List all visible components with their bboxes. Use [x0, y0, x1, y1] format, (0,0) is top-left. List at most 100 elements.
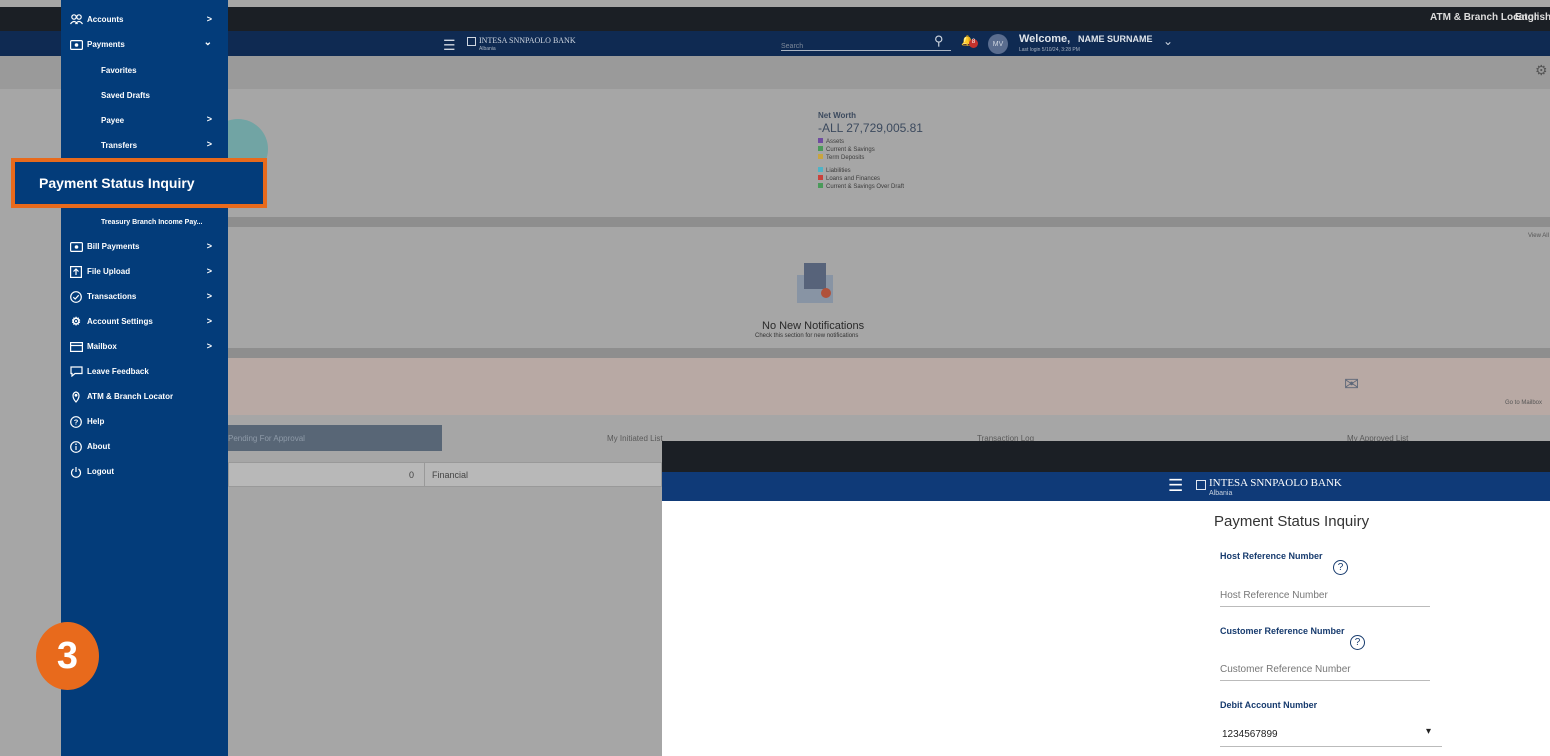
sidebar-item-label: Account Settings: [87, 317, 153, 326]
net-worth-value: -ALL 27,729,005.81: [818, 121, 923, 135]
user-name[interactable]: NAME SURNAME: [1078, 34, 1153, 44]
sidebar-item-payment-status-inquiry[interactable]: Payment Status Inquiry: [11, 158, 267, 208]
sidebar-item-label: Leave Feedback: [87, 367, 149, 376]
cash-icon: [69, 39, 83, 51]
payment-status-inquiry-screen: ☰ INTESA SNNPAOLO BANK Albania Payment S…: [662, 441, 1550, 756]
chevron-right-icon: >: [206, 341, 212, 351]
debit-account-value: 1234567899: [1222, 729, 1278, 740]
help-icon: ?: [69, 415, 83, 428]
sidebar-item-label: Bill Payments: [87, 242, 140, 251]
customer-reference-input[interactable]: [1220, 659, 1430, 681]
net-worth-legend: Assets Current & Savings Term Deposits L…: [818, 138, 904, 191]
utility-bar: ATM & Branch Locator English: [0, 7, 1550, 31]
chevron-right-icon: >: [206, 139, 212, 149]
no-notifications-sub: Check this section for new notifications: [755, 333, 859, 339]
go-to-mailbox-link[interactable]: Go to Mailbox: [1505, 400, 1542, 406]
menu-icon[interactable]: ☰: [1168, 476, 1183, 496]
cell-divider: [424, 463, 425, 486]
logo-icon: [467, 37, 476, 46]
sidebar-item-label: File Upload: [87, 267, 131, 276]
row-type: Financial: [432, 470, 469, 480]
sidebar-item-payments[interactable]: Payments ⌄: [61, 32, 228, 57]
gear-icon[interactable]: ⚙: [1535, 62, 1548, 79]
envelope-icon: [795, 261, 835, 305]
sidebar-item-bill-payments[interactable]: Bill Payments >: [61, 234, 228, 259]
map-pin-icon: [69, 390, 83, 403]
search-icon[interactable]: ⚲: [934, 33, 944, 49]
main-navbar: ☰ INTESA SNNPAOLO BANK Albania Search ⚲ …: [0, 31, 1550, 56]
mailbox-panel: ✉ Go to Mailbox: [228, 358, 1550, 415]
sidebar-item-treasury[interactable]: Treasury Branch Income Pay...: [101, 219, 202, 226]
chevron-right-icon: >: [206, 241, 212, 251]
svg-text:?: ?: [74, 417, 79, 426]
no-notifications-title: No New Notifications: [762, 320, 865, 332]
help-icon[interactable]: ?: [1333, 560, 1348, 575]
sidebar-item-label: Mailbox: [87, 342, 117, 351]
debit-account-label: Debit Account Number: [1220, 700, 1318, 710]
tab-label: Pending For Approval: [228, 434, 305, 443]
notifications-panel: View All No New Notifications Check this…: [228, 227, 1550, 348]
net-worth-panel: Net Worth -ALL 27,729,005.81 Assets Curr…: [208, 89, 1550, 217]
welcome-text: Welcome,: [1019, 33, 1071, 45]
inset-navbar: ☰ INTESA SNNPAOLO BANK Albania: [662, 472, 1550, 501]
inset-top-bar: [662, 441, 1550, 472]
users-icon: [69, 14, 83, 26]
divider: [228, 217, 1550, 227]
power-icon: [69, 466, 83, 478]
sidebar-item-about[interactable]: About: [61, 434, 228, 459]
sidebar-item-account-settings[interactable]: ⚙ Account Settings >: [61, 309, 228, 334]
row-count: 0: [409, 470, 415, 480]
sidebar-item-leave-feedback[interactable]: Leave Feedback: [61, 359, 228, 384]
host-reference-input[interactable]: [1220, 585, 1430, 607]
table-row[interactable]: 0 Financial: [228, 462, 662, 487]
language-link[interactable]: English: [1515, 12, 1550, 23]
debit-account-select[interactable]: 1234567899 ▾: [1220, 723, 1442, 747]
tab-initiated-list[interactable]: My Initiated List: [607, 434, 663, 443]
sidebar-item-label: Transactions: [87, 292, 137, 301]
sidebar-item-file-upload[interactable]: File Upload >: [61, 259, 228, 284]
highlight-label: Payment Status Inquiry: [39, 175, 195, 191]
chevron-right-icon: >: [206, 291, 212, 301]
brand-name: INTESA SNNPAOLO BANK: [479, 36, 576, 45]
chevron-right-icon: >: [206, 114, 212, 124]
chevron-down-icon[interactable]: ⌄: [1163, 34, 1173, 48]
sidebar-item-transfers[interactable]: Transfers >: [61, 132, 228, 157]
sidebar-item-label: Logout: [87, 467, 115, 476]
avatar[interactable]: MV: [988, 34, 1008, 54]
sidebar-item-label: Payments: [87, 40, 125, 49]
sidebar-item-help[interactable]: ? Help: [61, 409, 228, 434]
sidebar-item-logout[interactable]: Logout: [61, 459, 228, 484]
dropdown-arrow-icon: ▾: [1426, 726, 1432, 737]
header-band: ⚙: [0, 56, 1550, 89]
logo-icon: [1196, 480, 1206, 490]
info-icon: [69, 440, 83, 453]
sidebar-item-label: ATM & Branch Locator: [87, 392, 174, 401]
sidebar-item-transactions[interactable]: Transactions >: [61, 284, 228, 309]
last-login: Last login 5/10/24, 3:28 PM: [1019, 47, 1080, 53]
sidebar-item-saved-drafts[interactable]: Saved Drafts: [101, 91, 150, 100]
sidebar-item-payee[interactable]: Payee >: [61, 107, 228, 132]
sidebar-item-mailbox[interactable]: Mailbox >: [61, 334, 228, 359]
notification-badge: 8: [969, 39, 978, 48]
search-input[interactable]: Search: [781, 35, 951, 51]
sidebar-item-atm-locator[interactable]: ATM & Branch Locator: [61, 384, 228, 409]
check-circle-icon: [69, 290, 83, 303]
chevron-right-icon: >: [206, 266, 212, 276]
host-reference-label: Host Reference Number: [1220, 551, 1323, 561]
sidebar-item-favorites[interactable]: Favorites: [101, 66, 137, 75]
chevron-down-icon: ⌄: [203, 37, 212, 48]
menu-icon[interactable]: ☰: [443, 37, 456, 54]
sidebar-item-accounts[interactable]: Accounts >: [61, 7, 228, 32]
sidebar-item-label: Payee: [101, 116, 125, 125]
net-worth-label: Net Worth: [818, 111, 857, 120]
brand-sub: Albania: [1209, 490, 1233, 497]
help-icon[interactable]: ?: [1350, 635, 1365, 650]
step-number-badge: 3: [36, 622, 99, 690]
feedback-icon: [69, 366, 83, 378]
customer-reference-label: Customer Reference Number: [1220, 626, 1345, 636]
cash-icon: [69, 241, 83, 253]
view-all-link[interactable]: View All: [1528, 233, 1549, 239]
brand-name: INTESA SNNPAOLO BANK: [1209, 477, 1342, 489]
chevron-right-icon: >: [206, 316, 212, 326]
chevron-right-icon: >: [206, 14, 212, 24]
